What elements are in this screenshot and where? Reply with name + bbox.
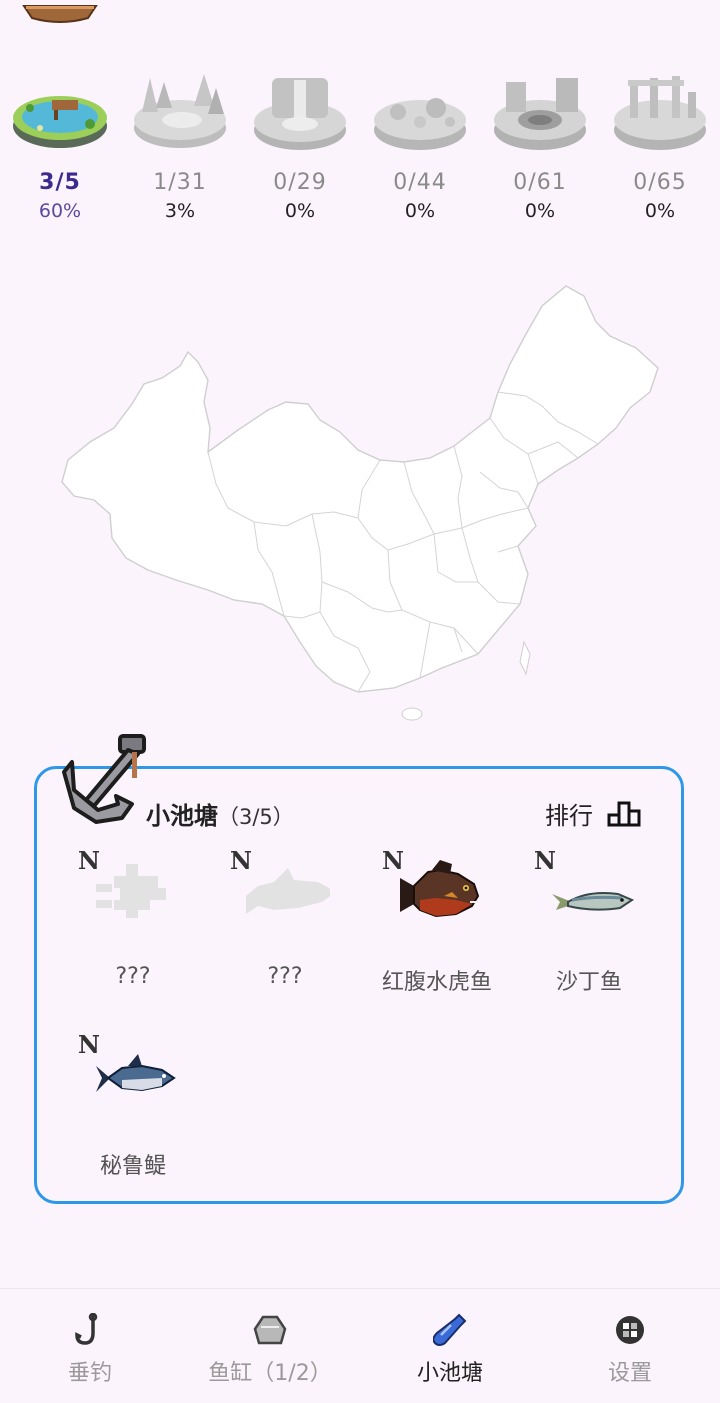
location-count: 0/29 [273, 170, 327, 195]
sardine-icon [552, 892, 634, 911]
bottle-icon [433, 1313, 467, 1346]
tab-fish-tank[interactable]: 鱼缸（1/2） [180, 1289, 360, 1403]
location-percent: 60% [38, 200, 82, 222]
fish-card[interactable]: N 沙丁鱼 [534, 846, 684, 1006]
location-count: 3/5 [39, 170, 81, 195]
unknown-fish-icon [96, 864, 166, 918]
tab-label: 小池塘 [416, 1361, 483, 1386]
forest-diorama-icon [134, 74, 226, 148]
tab-label: 鱼缸（1/2） [208, 1361, 332, 1386]
anchor-icon [62, 734, 146, 824]
location-percent: 0% [644, 200, 676, 222]
anchovy-icon [96, 1054, 176, 1092]
fish-tank-icon [253, 1315, 287, 1345]
tab-small-pond[interactable]: 小池塘 [360, 1289, 540, 1403]
fish-card[interactable]: N 秘鲁鳀 [78, 1030, 228, 1190]
location-count: 0/61 [513, 170, 567, 195]
location-percent: 0% [404, 200, 436, 222]
tab-label: 设置 [607, 1361, 652, 1386]
fish-card[interactable]: N ??? [230, 846, 380, 1006]
fish-name: 红腹水虎鱼 [381, 970, 492, 995]
fish-name: ??? [267, 964, 303, 989]
location-pond[interactable]: 3/5 60% [5, 68, 115, 222]
pond-name: 小池塘 [146, 802, 218, 830]
location-ruins[interactable]: 0/65 0% [605, 68, 715, 222]
fish-name: ??? [115, 964, 151, 989]
fish-name: 沙丁鱼 [555, 970, 622, 995]
ranking-label: 排行 [545, 802, 593, 830]
gear-icon [616, 1316, 644, 1344]
location-percent: 0% [524, 200, 556, 222]
bottom-nav: 垂钓 鱼缸（1/2） 小池塘 设置 [0, 1288, 720, 1403]
piranha-icon [400, 860, 480, 918]
location-count: 0/44 [393, 170, 447, 195]
location-count: 1/31 [153, 170, 207, 195]
location-reef[interactable]: 0/44 0% [365, 68, 475, 222]
ranking-button[interactable]: 排行 [545, 796, 641, 831]
fish-name: 秘鲁鳀 [99, 1154, 166, 1179]
reef-diorama-icon [374, 98, 466, 150]
waterfall-diorama-icon [254, 78, 346, 150]
location-percent: 0% [284, 200, 316, 222]
location-waterfall[interactable]: 0/29 0% [245, 68, 355, 222]
podium-icon [607, 801, 641, 826]
fishhook-icon [75, 1313, 98, 1345]
fish-card[interactable]: N 红腹水虎鱼 [382, 846, 532, 1006]
location-abyss[interactable]: 0/61 0% [485, 68, 595, 222]
tab-settings[interactable]: 设置 [540, 1289, 720, 1403]
ruins-diorama-icon [614, 76, 706, 150]
china-map [61, 285, 659, 721]
abyss-diorama-icon [494, 78, 586, 150]
location-count: 0/65 [633, 170, 687, 195]
boat-icon [22, 5, 98, 23]
location-percent: 3% [164, 200, 196, 222]
panel-title: 小池塘（3/5） [146, 796, 294, 831]
tab-fishing[interactable]: 垂钓 [0, 1289, 180, 1403]
pond-catch-count: （3/5） [218, 805, 294, 829]
pond-diorama-icon [13, 96, 107, 148]
unknown-shark-icon [246, 868, 330, 914]
tab-label: 垂钓 [67, 1361, 112, 1386]
location-forest[interactable]: 1/31 3% [125, 68, 235, 222]
location-selector: 3/5 60% 1/31 3% 0/29 0% 0/44 0% 0/61 0% … [0, 68, 720, 238]
fish-card[interactable]: N ??? [78, 846, 228, 1006]
